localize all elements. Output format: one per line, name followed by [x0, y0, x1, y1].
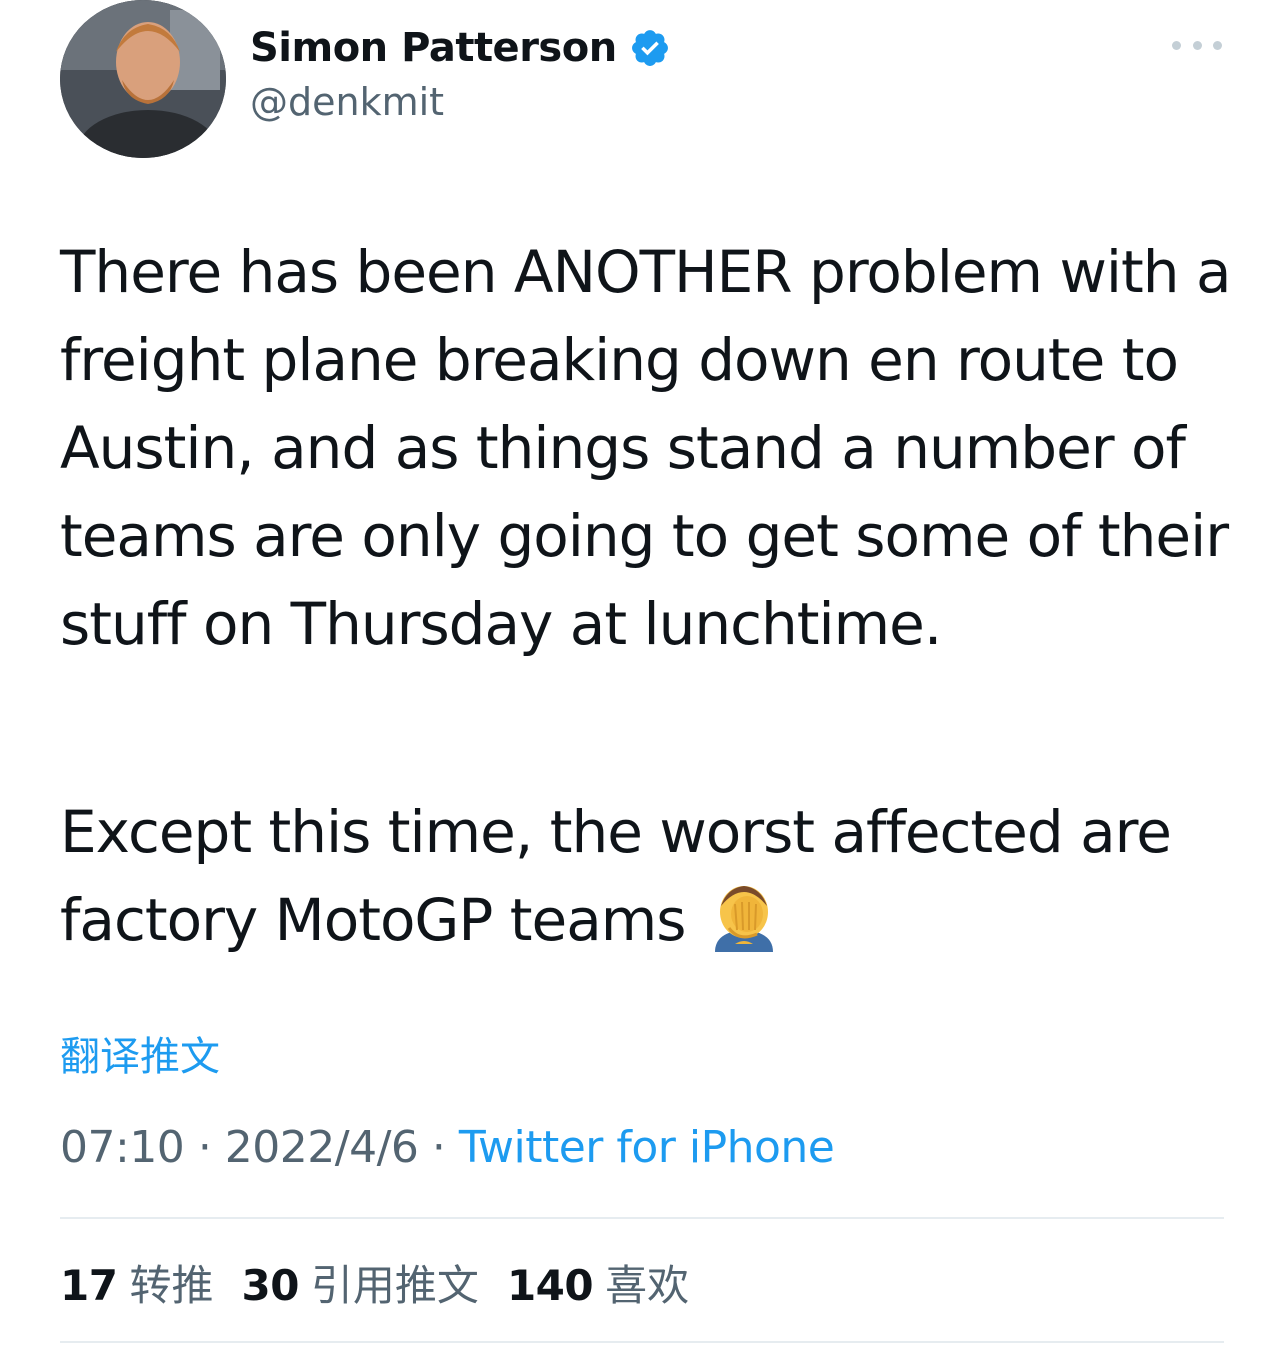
quotes-label: 引用推文: [310, 1261, 479, 1310]
more-dot: [1172, 40, 1181, 50]
divider: [60, 1217, 1224, 1219]
tweet-paragraph-2: Except this time, the worst affected are…: [60, 788, 1240, 964]
avatar-image: [60, 0, 226, 158]
more-dot: [1213, 40, 1222, 50]
avatar[interactable]: [60, 0, 226, 158]
likes-count: 140: [506, 1261, 594, 1310]
more-options-icon[interactable]: [1172, 30, 1222, 60]
tweet-time[interactable]: 07:10: [60, 1122, 185, 1173]
tweet-source-link[interactable]: Twitter for iPhone: [459, 1122, 835, 1173]
author-handle[interactable]: @denkmit: [250, 80, 444, 124]
likes-stat[interactable]: 140 喜欢: [507, 1252, 689, 1313]
likes-label: 喜欢: [605, 1261, 690, 1310]
tweet-paragraph-1: There has been ANOTHER problem with a fr…: [60, 238, 1232, 658]
tweet-body: There has been ANOTHER problem with a fr…: [60, 228, 1240, 954]
meta-separator: ·: [197, 1122, 225, 1173]
face-palm-emoji: [709, 882, 779, 952]
tweet-stats: 17 转推 30 引用推文 140 喜欢: [60, 1252, 717, 1313]
quotes-stat[interactable]: 30 引用推文: [241, 1252, 478, 1313]
retweets-count: 17: [60, 1261, 118, 1310]
tweet-meta: 07:10 · 2022/4/6 · Twitter for iPhone: [60, 1122, 835, 1173]
verified-badge-icon: [629, 27, 671, 69]
meta-separator: ·: [431, 1122, 459, 1173]
translate-tweet-link[interactable]: 翻译推文: [60, 1024, 220, 1082]
author-name-row: Simon Patterson: [250, 20, 671, 76]
author-display-name[interactable]: Simon Patterson: [250, 25, 617, 71]
retweets-stat[interactable]: 17 转推: [60, 1252, 213, 1313]
tweet-date[interactable]: 2022/4/6: [225, 1122, 419, 1173]
more-dot: [1192, 40, 1202, 50]
divider: [60, 1341, 1224, 1343]
quotes-count: 30: [241, 1261, 299, 1310]
retweets-label: 转推: [129, 1261, 214, 1310]
tweet-paragraph-2-text: Except this time, the worst affected are…: [60, 798, 1172, 954]
